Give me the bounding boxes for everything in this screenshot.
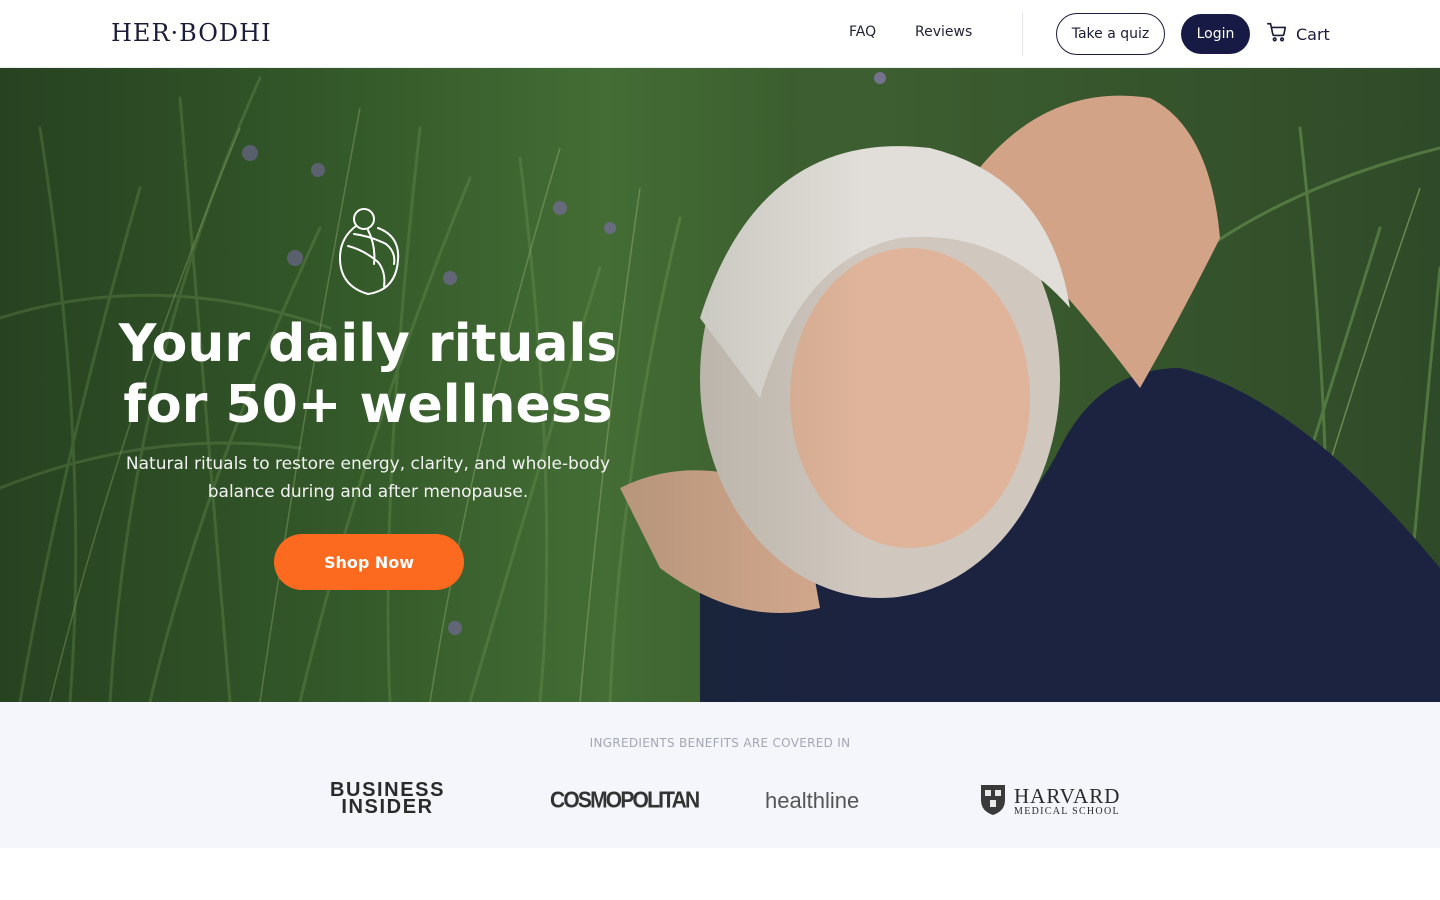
press-section: INGREDIENTS BENEFITS ARE COVERED IN BUSI… (0, 702, 1440, 848)
harvard-medical-school-logo: HARVARD MEDICAL SCHOOL (980, 784, 1120, 820)
take-quiz-button[interactable]: Take a quiz (1056, 13, 1165, 55)
brand-logo[interactable]: HER·BODHI (111, 19, 272, 47)
business-insider-line-2: INSIDER (341, 796, 434, 818)
nav-reviews-link[interactable]: Reviews (915, 24, 972, 40)
cart-icon (1266, 21, 1288, 47)
healthline-logo: healthline (765, 788, 860, 813)
hero-title: Your daily rituals for 50+ wellness (118, 314, 618, 435)
header-divider (1022, 12, 1023, 56)
embrace-outline-icon (334, 206, 404, 302)
harvard-line-1: HARVARD (1014, 784, 1121, 808)
business-insider-logo: BUSINESS INSIDER (330, 780, 445, 818)
hero-subtitle: Natural rituals to restore energy, clari… (125, 454, 611, 502)
press-label: INGREDIENTS BENEFITS ARE COVERED IN (589, 736, 851, 750)
site-header: HER·BODHI FAQ Reviews Take a quiz Login … (0, 0, 1440, 68)
hero-section: Your daily rituals for 50+ wellness Natu… (0, 68, 1440, 702)
shop-now-button[interactable]: Shop Now (274, 534, 464, 590)
cart-label: Cart (1296, 24, 1330, 44)
cart-button[interactable]: Cart (1266, 20, 1330, 48)
login-button[interactable]: Login (1181, 14, 1250, 54)
nav-faq-link[interactable]: FAQ (849, 24, 876, 40)
harvard-line-2: MEDICAL SCHOOL (1014, 806, 1120, 817)
cosmopolitan-logo: COSMOPOLITAN (550, 787, 700, 814)
harvard-shield-icon (980, 784, 1006, 820)
